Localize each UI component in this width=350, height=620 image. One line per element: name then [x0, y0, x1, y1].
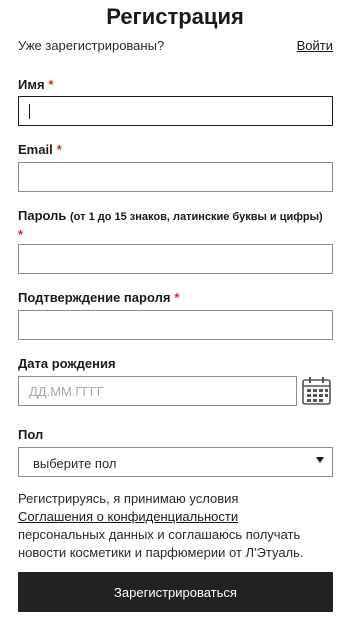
gender-select[interactable]: выберите пол	[18, 447, 333, 477]
birth-date-label: Дата рождения	[18, 356, 116, 371]
birth-date-label-text: Дата рождения	[18, 356, 116, 371]
email-label-text: Email	[18, 142, 53, 157]
agreement-line-4: новости косметики и парфюмерии от Л'Этуа…	[18, 545, 304, 560]
login-row: Уже зарегистрированы? Войти	[18, 38, 333, 54]
required-mark: *	[48, 77, 54, 92]
email-label: Email *	[18, 142, 62, 157]
password-confirm-label: Подтверждение пароля *	[18, 290, 179, 305]
password-hint: (от 1 до 15 знаков, латинские буквы и ци…	[70, 211, 323, 223]
email-field[interactable]	[18, 162, 333, 192]
agreement-line-3: персональных данных и соглашаюсь получат…	[18, 527, 301, 542]
required-mark: *	[18, 227, 24, 242]
name-field[interactable]	[18, 96, 333, 126]
required-mark: *	[174, 290, 180, 305]
gender-selected-value: выберите пол	[33, 456, 117, 471]
gender-label: Пол	[18, 427, 43, 442]
privacy-agreement-link[interactable]: Соглашения о конфиденциальности	[18, 508, 338, 526]
required-mark: *	[56, 142, 62, 157]
text-cursor	[29, 104, 30, 119]
register-button[interactable]: Зарегистрироваться	[18, 572, 333, 612]
birth-date-field[interactable]	[18, 376, 297, 406]
password-field[interactable]	[18, 244, 333, 274]
gender-label-text: Пол	[18, 427, 44, 442]
agreement-line-1: Регистрируясь, я принимаю условия	[18, 491, 239, 506]
login-link[interactable]: Войти	[297, 38, 333, 53]
caret-down-icon	[316, 457, 324, 463]
password-confirm-label-text: Подтверждение пароля	[18, 290, 171, 305]
calendar-icon[interactable]	[301, 376, 332, 406]
password-label: Пароль (от 1 до 15 знаков, латинские бук…	[18, 208, 323, 223]
already-registered-text: Уже зарегистрированы?	[18, 38, 165, 53]
password-label-text: Пароль	[18, 208, 67, 223]
password-confirm-field[interactable]	[18, 310, 333, 340]
name-label: Имя *	[18, 77, 54, 92]
page-title: Регистрация	[106, 4, 244, 29]
agreement-text: Регистрируясь, я принимаю условия Соглаш…	[18, 490, 338, 562]
name-label-text: Имя	[18, 77, 45, 92]
